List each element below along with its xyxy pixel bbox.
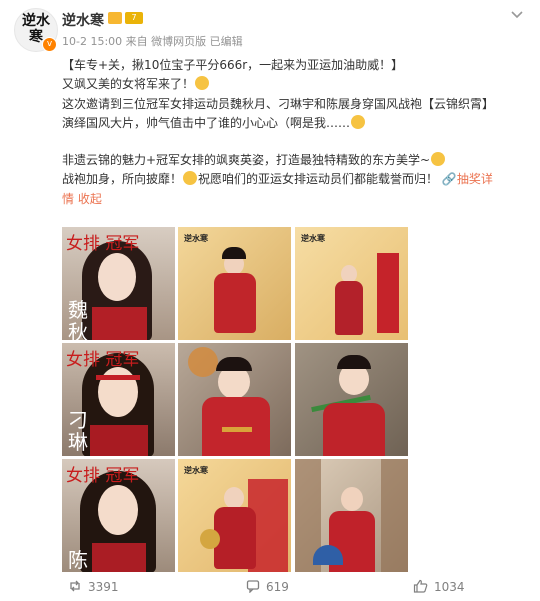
level-badge: 7 [125, 12, 143, 24]
comment-button[interactable]: 619 [246, 579, 289, 596]
comment-icon [246, 579, 260, 596]
photo-grid: 女排 冠军 魏秋 逆水寒 逆水寒 女排 冠军 刁琳 女排 冠军 陈 逆水寒 [62, 227, 408, 572]
text-line: 演绎国风大片，帅气值击中了谁的小心心（啊是我…… [62, 114, 524, 133]
heart-eyes-emoji-icon [195, 76, 210, 91]
photo-tag: 女排 冠军 [66, 350, 140, 370]
photo-9[interactable] [295, 459, 408, 572]
text-line: 情 收起 [62, 190, 524, 209]
smile-emoji-icon [431, 152, 446, 167]
athlete-name: 陈 [68, 548, 88, 572]
thumbs-up-icon [413, 579, 428, 596]
photo-5[interactable] [178, 343, 291, 456]
brand-logo: 逆水寒 [301, 233, 325, 243]
text-line: 非遗云锦的魅力+冠军女排的飒爽英姿，打造最独特精致的东方美学~ [62, 151, 524, 170]
photo-2[interactable]: 逆水寒 [178, 227, 291, 340]
lottery-link-icon[interactable]: 🔗 [442, 172, 457, 186]
photo-tag: 女排 冠军 [66, 234, 140, 254]
athlete-name: 魏秋 [68, 298, 88, 340]
user-name[interactable]: 逆水寒 [62, 10, 104, 30]
text-line: 战袍加身，所向披靡！ 祝愿咱们的亚运女排运动员们都能载誉而归！ 🔗抽奖详 [62, 171, 493, 187]
collapse-link[interactable]: 收起 [78, 192, 102, 206]
chevron-down-icon[interactable] [510, 8, 524, 24]
lottery-details-link-cont[interactable]: 情 [62, 192, 74, 206]
repost-icon [68, 579, 82, 596]
photo-8[interactable]: 逆水寒 [178, 459, 291, 572]
comment-count: 619 [266, 580, 289, 594]
repost-button[interactable]: 3391 [68, 579, 119, 596]
member-crown-icon [108, 12, 122, 24]
post-meta: 10-2 15:00 来自 微博网页版 已编辑 [62, 35, 243, 48]
like-button[interactable]: 1034 [413, 579, 465, 596]
text-line: 又飒又美的女将军来了！ [62, 75, 524, 94]
photo-3[interactable]: 逆水寒 [295, 227, 408, 340]
celebrate-emoji-icon [183, 171, 198, 186]
lottery-details-link[interactable]: 抽奖详 [457, 172, 493, 186]
weibo-post-card: 逆水寒 v 逆水寒 7 10-2 15:00 来自 微博网页版 已编辑 【车专+… [0, 0, 540, 601]
photo-7[interactable]: 女排 冠军 陈 [62, 459, 175, 572]
post-text: 【车专+关，揪10位宝子平分666r，一起来为亚运加油助威！】 又飒又美的女将军… [62, 56, 524, 209]
photo-tag: 女排 冠军 [66, 466, 140, 486]
photo-4[interactable]: 女排 冠军 刁琳 [62, 343, 175, 456]
athlete-name: 刁琳 [68, 408, 88, 454]
brand-logo: 逆水寒 [184, 465, 208, 475]
laugh-emoji-icon [351, 114, 366, 129]
photo-1[interactable]: 女排 冠军 魏秋 [62, 227, 175, 340]
text-line: 【车专+关，揪10位宝子平分666r，一起来为亚运加油助威！】 [62, 58, 404, 72]
brand-logo: 逆水寒 [184, 233, 208, 243]
repost-count: 3391 [88, 580, 119, 594]
photo-6[interactable] [295, 343, 408, 456]
like-count: 1034 [434, 580, 465, 594]
text-line: 这次邀请到三位冠军女排运动员魏秋月、刁琳宇和陈展身穿国风战袍【云锦织霄】 [62, 96, 495, 111]
verified-badge-icon: v [42, 37, 57, 52]
action-bar: 3391 619 1034 [0, 573, 540, 601]
